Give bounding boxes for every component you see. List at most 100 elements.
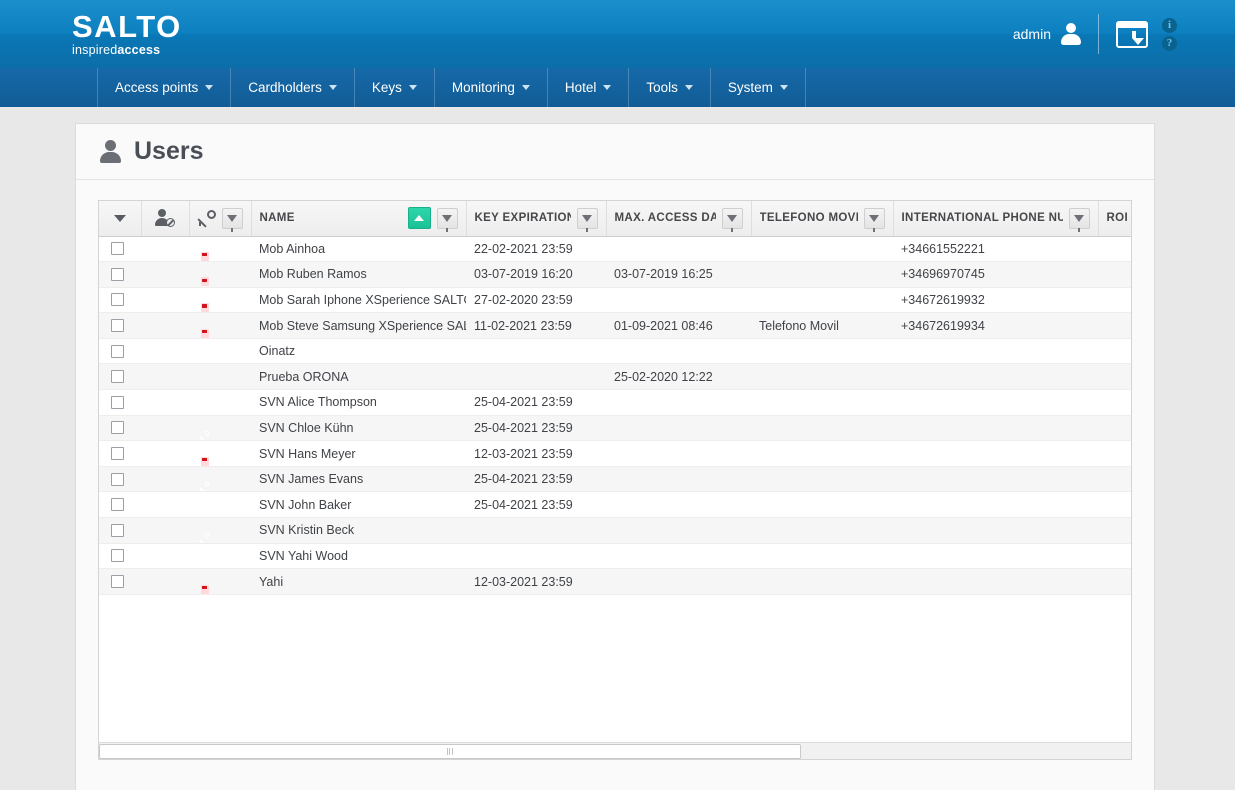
table-row[interactable]: SVN Hans Meyer 12-03-2021 23:59 [99, 440, 1131, 467]
row-checkbox[interactable] [111, 319, 124, 333]
key-icon [196, 210, 216, 229]
row-checkbox-cell[interactable] [99, 312, 141, 339]
row-key-expiration-cell: 25-04-2021 23:59 [466, 415, 606, 442]
row-max-access-date-cell [606, 568, 751, 595]
row-max-access-date-cell [606, 287, 751, 314]
table-row[interactable]: SVN Kristin Beck [99, 517, 1131, 544]
row-checkbox[interactable] [111, 344, 124, 358]
table-row[interactable]: Oinatz [99, 338, 1131, 365]
row-checkbox[interactable] [111, 447, 124, 461]
col-max-access-date[interactable]: MAX. ACCESS DATE [606, 201, 752, 237]
row-roi-cell [1098, 287, 1131, 314]
row-checkbox[interactable] [111, 498, 124, 512]
table-row[interactable]: Mob Steve Samsung XSperience SALTO 11-02-… [99, 312, 1131, 339]
row-checkbox-cell[interactable] [99, 363, 141, 391]
filter-icon[interactable] [436, 207, 458, 232]
col-key-type[interactable] [189, 201, 252, 237]
row-checkbox[interactable] [111, 395, 124, 409]
info-icon[interactable]: i [1162, 17, 1177, 33]
nav-item-monitoring[interactable]: Monitoring [435, 68, 548, 107]
row-telefono-movil-cell [751, 338, 893, 365]
row-max-access-date-cell: 01-09-2021 08:46 [606, 312, 751, 339]
row-key-expiration-cell: 25-04-2021 23:59 [466, 491, 606, 519]
row-checkbox-cell[interactable] [99, 415, 141, 442]
row-checkbox-cell[interactable] [99, 491, 141, 519]
row-max-access-date-cell [606, 466, 751, 493]
row-max-access-date-cell: 25-02-2020 12:22 [606, 363, 751, 391]
main-navigation: Access points Cardholders Keys Monitorin… [0, 68, 1235, 110]
row-checkbox[interactable] [111, 293, 124, 307]
column-header-label: MAX. ACCESS DATE [614, 212, 716, 225]
row-checkbox[interactable] [111, 242, 124, 256]
row-checkbox[interactable] [111, 549, 124, 563]
col-key-expiration[interactable]: KEY EXPIRATION [466, 201, 607, 237]
scrollbar-thumb[interactable] [99, 743, 801, 759]
row-checkbox-cell[interactable] [99, 261, 141, 288]
filter-icon[interactable] [863, 207, 885, 232]
table-row[interactable]: Yahi 12-03-2021 23:59 [99, 568, 1131, 595]
download-window-icon[interactable] [1116, 20, 1148, 48]
filter-icon[interactable] [576, 207, 598, 232]
row-blocked-cell [141, 236, 189, 263]
row-checkbox[interactable] [111, 421, 124, 435]
table-row[interactable]: SVN Alice Thompson 25-04-2021 23:59 [99, 389, 1131, 416]
table-row[interactable]: SVN James Evans 25-04-2021 23:59 [99, 466, 1131, 493]
nav-item-keys[interactable]: Keys [355, 68, 435, 107]
col-international-phone-number[interactable]: INTERNATIONAL PHONE NUMBER [893, 201, 1099, 237]
table-row[interactable]: Prueba ORONA 25-02-2020 12:22 [99, 363, 1131, 391]
row-key-cell [189, 415, 251, 442]
nav-item-access-points[interactable]: Access points [97, 68, 232, 107]
col-telefono-movil[interactable]: TELEFONO MOVIL [751, 201, 894, 237]
row-name-cell: SVN Chloe Kühn [251, 415, 466, 442]
row-checkbox[interactable] [111, 472, 124, 486]
filter-icon[interactable] [721, 207, 743, 232]
table-row[interactable]: SVN John Baker 25-04-2021 23:59 [99, 491, 1131, 519]
row-roi-cell [1098, 466, 1131, 493]
nav-item-tools[interactable]: Tools [629, 68, 711, 107]
chevron-down-icon[interactable] [113, 214, 126, 222]
column-header-label: NAME [259, 212, 295, 225]
help-icon[interactable]: ? [1162, 35, 1177, 51]
row-checkbox[interactable] [111, 575, 124, 589]
row-checkbox[interactable] [111, 523, 124, 537]
row-checkbox[interactable] [111, 267, 124, 281]
nav-item-system[interactable]: System [711, 68, 806, 107]
row-telefono-movil-cell [751, 491, 893, 519]
table-row[interactable]: Mob Ruben Ramos 03-07-2019 16:20 03-07-201… [99, 261, 1131, 288]
salto-logo[interactable]: SALTO inspiredaccess [72, 11, 182, 57]
table-row[interactable]: Mob Sarah Iphone XSperience SALTO 27-02-2… [99, 287, 1131, 314]
person-icon[interactable] [1060, 23, 1082, 45]
row-checkbox-cell[interactable] [99, 543, 141, 570]
row-checkbox-cell[interactable] [99, 517, 141, 544]
col-blocked-status[interactable] [141, 201, 190, 237]
row-key-cell [189, 440, 251, 467]
row-checkbox-cell[interactable] [99, 236, 141, 263]
row-checkbox[interactable] [111, 370, 124, 384]
nav-item-hotel[interactable]: Hotel [548, 68, 630, 107]
filter-icon[interactable] [221, 207, 243, 232]
person-icon [99, 139, 122, 164]
row-blocked-cell [141, 440, 189, 467]
row-key-cell [189, 543, 251, 570]
row-checkbox-cell[interactable] [99, 389, 141, 416]
row-checkbox-cell[interactable] [99, 466, 141, 493]
table-row[interactable]: SVN Yahi Wood [99, 543, 1131, 570]
row-key-cell [189, 312, 251, 339]
col-roi-truncated[interactable]: ROI [1098, 201, 1131, 237]
row-checkbox-cell[interactable] [99, 440, 141, 467]
table-row[interactable]: SVN Chloe Kühn 25-04-2021 23:59 [99, 415, 1131, 442]
row-key-expiration-cell: 03-07-2019 16:20 [466, 261, 606, 288]
horizontal-scrollbar[interactable] [99, 742, 1131, 759]
nav-item-cardholders[interactable]: Cardholders [231, 68, 355, 107]
col-select-all[interactable] [99, 201, 142, 237]
row-international-phone-cell [893, 491, 1098, 519]
row-checkbox-cell[interactable] [99, 287, 141, 314]
sort-ascending-button[interactable] [407, 207, 431, 230]
row-checkbox-cell[interactable] [99, 338, 141, 365]
col-name[interactable]: NAME [251, 201, 467, 237]
table-row[interactable]: Mob Ainhoa 22-02-2021 23:59 +34661552221 [99, 236, 1131, 263]
filter-icon[interactable] [1068, 207, 1090, 232]
row-telefono-movil-cell [751, 261, 893, 288]
row-checkbox-cell[interactable] [99, 568, 141, 595]
top-right-controls: admin i ? [1013, 0, 1235, 68]
